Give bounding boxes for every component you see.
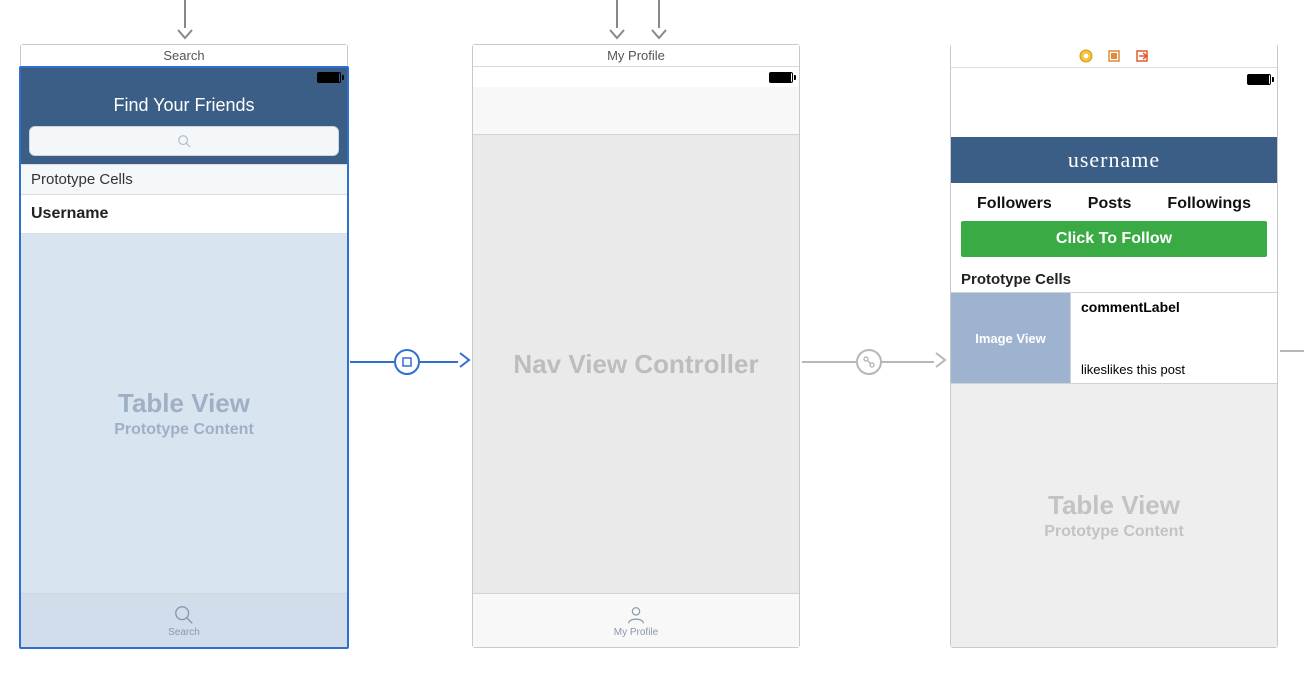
battery-icon [1247,74,1271,85]
placeholder-subtitle: Prototype Content [1044,523,1184,541]
username-banner: username [951,137,1277,183]
section-header: Prototype Cells [21,164,347,195]
placeholder-subtitle: Prototype Content [114,421,254,439]
incoming-segue-arrow [176,0,194,46]
status-bar [473,67,799,87]
status-bar [21,67,347,87]
incoming-segue-arrow [608,0,626,46]
scene-profile-detail[interactable]: username Followers Posts Followings Clic… [950,44,1278,648]
placeholder-title: Table View [118,388,250,419]
scene-title-label: My Profile [607,48,665,63]
storyboard-canvas[interactable]: Search Find Your Friends Prototype Cells [0,0,1304,698]
stats-row: Followers Posts Followings [951,183,1277,221]
prototype-cell-username[interactable]: Username [21,195,347,234]
scene-title-label: Search [163,48,204,63]
segue-nav-to-profile[interactable] [802,349,950,375]
tab-label: Search [168,627,200,638]
posts-label[interactable]: Posts [1088,195,1132,213]
segue-presentation-icon [394,349,420,375]
segue-search-to-profile[interactable] [350,349,472,375]
cell-label: Username [31,205,108,222]
segue-relationship-icon [856,349,882,375]
likes-label: likeslikes this post [1081,362,1267,377]
search-icon [173,604,195,626]
incoming-segue-arrow [650,0,668,46]
prototype-post-cell[interactable]: Image View commentLabel likeslikes this … [951,292,1277,384]
nav-controller-body: Nav View Controller [473,135,799,593]
scene-title-bar[interactable]: My Profile [473,45,799,67]
status-bar [951,69,1277,89]
navigation-bar[interactable]: Find Your Friends [21,87,347,126]
tab-label: My Profile [614,627,658,638]
scene-title-bar[interactable]: Search [21,45,347,67]
image-view[interactable]: Image View [951,293,1071,383]
table-view-placeholder[interactable]: Table View Prototype Content [21,234,347,593]
placeholder-title: Table View [1048,490,1180,521]
outgoing-segue-arrow [1280,350,1304,352]
scene-my-profile-nav[interactable]: My Profile Nav View Controller My Profil… [472,44,800,648]
prototype-cells-header: Prototype Cells [951,265,1277,292]
search-icon [177,134,191,148]
navigation-bar[interactable] [473,87,799,135]
battery-icon [317,72,341,83]
first-responder-icon [1107,49,1121,63]
table-view-placeholder[interactable]: Table View Prototype Content [951,384,1277,647]
exit-icon [1135,49,1149,63]
scene-object-icons[interactable] [951,44,1277,68]
tab-bar[interactable]: My Profile [473,593,799,647]
search-field[interactable] [29,126,339,156]
followers-label[interactable]: Followers [977,195,1052,213]
comment-label: commentLabel [1081,299,1267,315]
follow-button[interactable]: Click To Follow [961,221,1267,257]
tab-bar[interactable]: Search [21,593,347,647]
view-controller-icon [1079,49,1093,63]
battery-icon [769,72,793,83]
scene-search[interactable]: Search Find Your Friends Prototype Cells [20,44,348,648]
username-label: username [1068,147,1160,172]
nav-title: Find Your Friends [113,95,254,115]
profile-icon [625,604,647,626]
search-bar-container [21,126,347,164]
followings-label[interactable]: Followings [1167,195,1251,213]
nav-bar-spacer [951,89,1277,137]
